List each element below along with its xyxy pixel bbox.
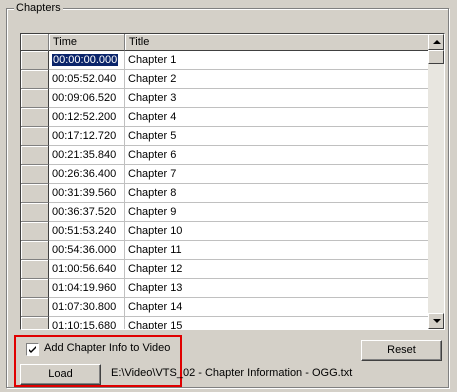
time-value: 00:12:52.200 xyxy=(52,111,117,123)
cell-title[interactable]: Chapter 11 xyxy=(125,241,429,260)
cell-time[interactable]: 00:12:52.200 xyxy=(49,108,125,127)
cell-title[interactable]: Chapter 9 xyxy=(125,203,429,222)
chapters-table[interactable]: Time Title 00:00:00.000 Chapter 1 00:05:52… xyxy=(20,33,445,330)
add-chapter-info-label[interactable]: Add Chapter Info to Video xyxy=(44,342,170,354)
cell-title[interactable]: Chapter 4 xyxy=(125,108,429,127)
cell-title[interactable]: Chapter 7 xyxy=(125,165,429,184)
column-header-time[interactable]: Time xyxy=(49,34,125,51)
cell-time[interactable]: 00:51:53.240 xyxy=(49,222,125,241)
chapter-file-path: E:\Video\VTS_02 - Chapter Information - … xyxy=(111,367,353,379)
time-value: 00:51:53.240 xyxy=(52,225,117,237)
row-header[interactable] xyxy=(21,127,49,146)
cell-title[interactable]: Chapter 12 xyxy=(125,260,429,279)
row-header[interactable] xyxy=(21,203,49,222)
cell-time[interactable]: 00:21:35.840 xyxy=(49,146,125,165)
reset-button[interactable]: Reset xyxy=(361,340,442,361)
row-header[interactable] xyxy=(21,222,49,241)
row-header[interactable] xyxy=(21,165,49,184)
cell-time[interactable]: 00:00:00.000 xyxy=(49,51,125,70)
row-header[interactable] xyxy=(21,260,49,279)
cell-time[interactable]: 00:17:12.720 xyxy=(49,127,125,146)
cell-time[interactable]: 01:10:15.680 xyxy=(49,317,125,330)
cell-time[interactable]: 00:26:36.400 xyxy=(49,165,125,184)
scroll-down-button[interactable] xyxy=(428,313,444,329)
column-header-title[interactable]: Title xyxy=(125,34,429,51)
cell-time[interactable]: 00:54:36.000 xyxy=(49,241,125,260)
row-header[interactable] xyxy=(21,51,49,70)
time-value: 00:31:39.560 xyxy=(52,187,117,199)
cell-title[interactable]: Chapter 10 xyxy=(125,222,429,241)
row-header[interactable] xyxy=(21,146,49,165)
row-header[interactable] xyxy=(21,298,49,317)
cell-title[interactable]: Chapter 6 xyxy=(125,146,429,165)
scrollbar-thumb[interactable] xyxy=(428,50,444,64)
load-button[interactable]: Load xyxy=(20,364,101,385)
cell-time[interactable]: 00:31:39.560 xyxy=(49,184,125,203)
time-value: 00:26:36.400 xyxy=(52,168,117,180)
time-value: 00:09:06.520 xyxy=(52,92,117,104)
row-header[interactable] xyxy=(21,89,49,108)
time-value: 00:05:52.040 xyxy=(52,73,117,85)
arrow-up-icon xyxy=(433,40,441,44)
cell-time[interactable]: 00:05:52.040 xyxy=(49,70,125,89)
cell-title[interactable]: Chapter 14 xyxy=(125,298,429,317)
row-header-corner xyxy=(21,34,49,51)
cell-title[interactable]: Chapter 5 xyxy=(125,127,429,146)
row-header[interactable] xyxy=(21,108,49,127)
time-value: 00:54:36.000 xyxy=(52,244,117,256)
cell-time[interactable]: 01:00:56.640 xyxy=(49,260,125,279)
cell-time[interactable]: 01:07:30.800 xyxy=(49,298,125,317)
cell-title[interactable]: Chapter 2 xyxy=(125,70,429,89)
time-value: 01:00:56.640 xyxy=(52,263,117,275)
scroll-up-button[interactable] xyxy=(428,34,444,50)
time-value: 00:21:35.840 xyxy=(52,149,117,161)
cell-title[interactable]: Chapter 13 xyxy=(125,279,429,298)
cell-time[interactable]: 01:04:19.960 xyxy=(49,279,125,298)
row-header[interactable] xyxy=(21,70,49,89)
checkmark-icon xyxy=(29,346,36,353)
cell-time[interactable]: 00:36:37.520 xyxy=(49,203,125,222)
cell-title[interactable]: Chapter 3 xyxy=(125,89,429,108)
cell-title[interactable]: Chapter 1 xyxy=(125,51,429,70)
time-value: 00:36:37.520 xyxy=(52,206,117,218)
time-value: 01:04:19.960 xyxy=(52,282,117,294)
row-header[interactable] xyxy=(21,184,49,203)
cell-title[interactable]: Chapter 15 xyxy=(125,317,429,329)
arrow-down-icon xyxy=(433,319,441,323)
time-value: 00:17:12.720 xyxy=(52,130,117,142)
add-chapter-info-checkbox[interactable] xyxy=(26,343,39,356)
row-header[interactable] xyxy=(21,317,49,329)
time-value: 01:10:15.680 xyxy=(52,320,117,330)
vertical-scrollbar[interactable] xyxy=(428,34,444,329)
cell-time[interactable]: 00:09:06.520 xyxy=(49,89,125,108)
chapters-group-title: Chapters xyxy=(14,1,63,15)
row-header[interactable] xyxy=(21,241,49,260)
time-value: 00:00:00.000 xyxy=(52,54,119,66)
time-value: 01:07:30.800 xyxy=(52,301,117,313)
cell-title[interactable]: Chapter 8 xyxy=(125,184,429,203)
row-header[interactable] xyxy=(21,279,49,298)
